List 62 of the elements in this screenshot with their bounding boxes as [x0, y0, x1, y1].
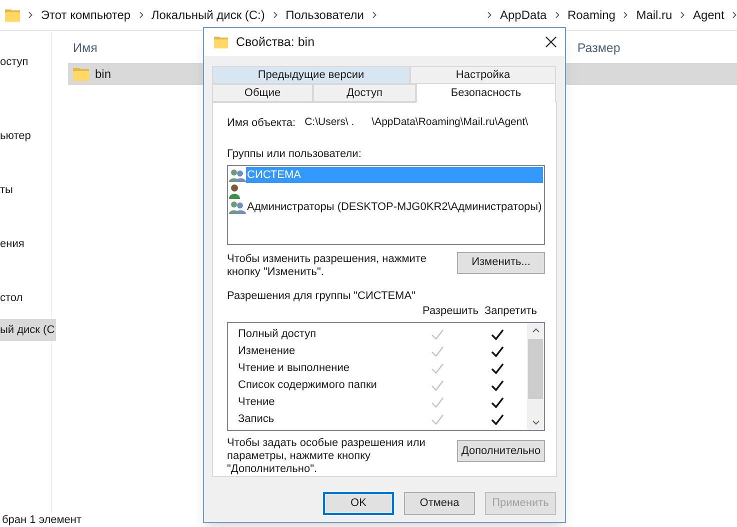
permission-name: Чтение	[237, 394, 276, 410]
column-header: Запретить	[484, 304, 537, 320]
column-header[interactable]: Размер	[577, 38, 620, 58]
dialog-button[interactable]: Отмена	[404, 492, 475, 515]
user-list[interactable]: СИСТЕМА Администраторы (DESKTOP-MJG0KR2\Администраторы)	[227, 165, 545, 245]
object-path: C:\Users\ . \AppData\Roaming\Mail.ru\Agent\	[304, 115, 528, 130]
chevron-icon	[138, 11, 144, 19]
folder-icon	[73, 66, 89, 82]
permission-name: Полный доступ	[237, 326, 318, 342]
scroll-down-icon[interactable]	[532, 420, 540, 425]
window-title: Свойства: bin	[236, 34, 316, 51]
users-icon	[229, 200, 246, 214]
breadcrumb-item[interactable]: Этот компьютер	[40, 6, 131, 24]
section-label: Разрешения для группы "СИСТЕМА"	[227, 288, 416, 304]
permission-name: Изменение	[237, 344, 296, 359]
tab[interactable]: Предыдущие версии	[212, 66, 410, 84]
permission-name: Список содержимого папки	[237, 378, 378, 393]
breadcrumb-item[interactable]: Локальный диск (C:)	[151, 6, 265, 24]
hint-text: Чтобы задать особые разрешения или параметры, нажмите кнопку "Дополнительно".	[227, 437, 426, 476]
scroll-up-icon[interactable]	[532, 328, 540, 333]
chevron-icon	[272, 11, 278, 19]
column-header: Разрешить	[422, 304, 478, 320]
breadcrumb-item[interactable]: Agent	[692, 6, 724, 24]
users-icon	[229, 168, 246, 182]
sidebar-item[interactable]: ты	[0, 179, 14, 201]
chevron-icon	[372, 11, 377, 19]
chevron-icon	[487, 11, 492, 19]
list-item[interactable]: Администраторы (DESKTOP-MJG0KR2\Администраторы)	[246, 199, 543, 215]
folder-icon	[5, 7, 20, 23]
sidebar-item[interactable]: ения	[0, 233, 26, 255]
folder-icon	[214, 35, 228, 49]
tab[interactable]: Общие	[212, 84, 313, 102]
status-text: бран 1 элемент	[1, 514, 82, 526]
chevron-icon	[554, 11, 560, 19]
sidebar-item[interactable]: ьютер	[0, 125, 32, 147]
user-icon	[229, 184, 240, 198]
chevron-icon	[732, 11, 737, 19]
field-label: Имя объекта:	[227, 116, 296, 131]
close-icon[interactable]	[545, 36, 557, 48]
breadcrumb-item[interactable]: Пользователи	[286, 6, 364, 24]
advanced-button[interactable]: Дополнительно	[457, 440, 545, 462]
change-button[interactable]: Изменить...	[457, 252, 545, 274]
chevron-icon	[28, 11, 33, 19]
scrollbar-thumb[interactable]	[528, 338, 543, 399]
sidebar-item[interactable]: стол	[0, 287, 24, 309]
sidebar-item[interactable]: оступ	[0, 51, 30, 73]
hint-text: Чтобы изменить разрешения, нажмите кнопку "Изменить".	[227, 252, 427, 279]
permission-name: Чтение и выполнение	[237, 360, 350, 376]
chevron-icon	[680, 11, 685, 19]
column-header[interactable]: Имя	[68, 38, 98, 58]
tab[interactable]: Безопасность	[416, 83, 556, 103]
breadcrumb-item[interactable]: Roaming	[567, 6, 616, 24]
section-label: Группы или пользователи:	[227, 146, 362, 162]
breadcrumb-item[interactable]: Mail.ru	[636, 6, 672, 24]
permission-name: Запись	[237, 412, 276, 427]
tab[interactable]: Настройка	[410, 66, 556, 84]
chevron-icon	[623, 11, 628, 19]
tab[interactable]: Доступ	[313, 84, 416, 102]
sidebar-item[interactable]: ый диск (С	[0, 319, 56, 341]
scrollbar[interactable]	[527, 322, 544, 430]
breadcrumb-item[interactable]: AppData	[500, 6, 547, 24]
dialog-button[interactable]: OK	[323, 492, 394, 515]
